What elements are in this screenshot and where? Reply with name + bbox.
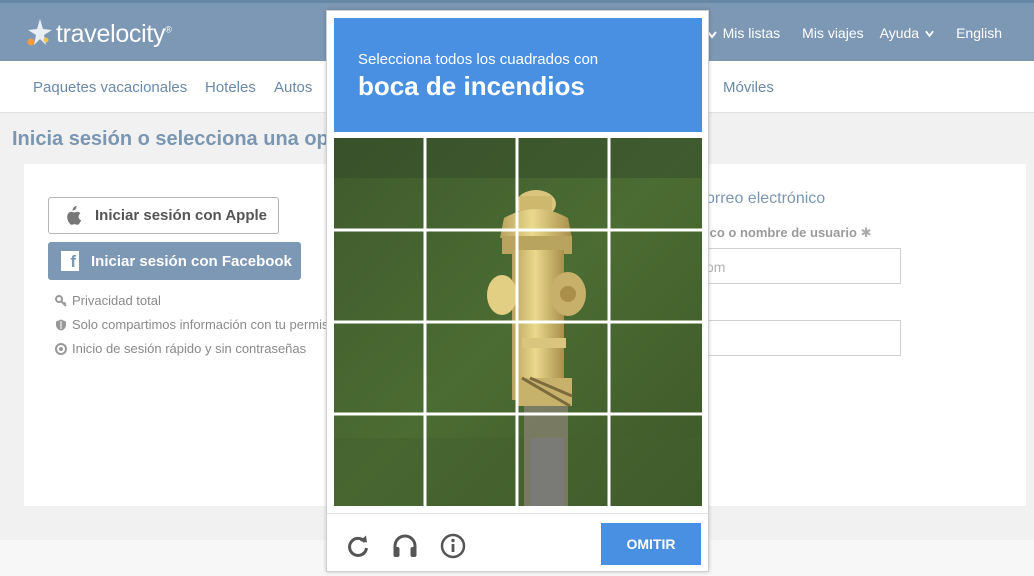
perk-label: Solo compartimos información con tu perm…: [72, 317, 327, 332]
nav-mis-viajes-label: Mis viajes: [802, 25, 864, 41]
captcha-tile[interactable]: [518, 138, 608, 228]
nav-mis-listas[interactable]: Mis listas: [723, 25, 781, 41]
facebook-glyph: f: [70, 252, 76, 271]
facebook-icon: f: [61, 251, 79, 271]
captcha-instruction: Selecciona todos los cuadrados con: [358, 51, 599, 68]
subnav-autos[interactable]: Autos: [274, 79, 312, 96]
username-label: ico o nombre de usuario ✱: [706, 225, 872, 241]
captcha-tile[interactable]: [426, 322, 516, 412]
perk-label: Inicio de sesión rápido y sin contraseña…: [72, 341, 307, 356]
captcha-tile[interactable]: [610, 138, 700, 228]
top-nav: Mis listas Mis viajes Ayuda English: [701, 25, 1002, 41]
captcha-tile[interactable]: [610, 322, 700, 412]
nav-mis-viajes[interactable]: Mis viajes: [802, 25, 863, 41]
captcha-tile[interactable]: [334, 322, 424, 412]
captcha-tile[interactable]: [518, 322, 608, 412]
facebook-signin-label: Iniciar sesión con Facebook: [91, 252, 292, 270]
captcha-tile[interactable]: [518, 414, 608, 504]
apple-icon: [67, 205, 81, 225]
captcha-dialog: Selecciona todos los cuadrados con boca …: [326, 10, 709, 572]
brand-name: travelocity: [56, 19, 166, 48]
perk-item: Privacidad total: [55, 293, 161, 308]
subnav-moviles[interactable]: Móviles: [723, 79, 774, 96]
captcha-tile[interactable]: [426, 230, 516, 320]
fast-login-icon: [55, 342, 67, 355]
shield-icon: [56, 319, 66, 330]
skip-button[interactable]: OMITIR: [601, 523, 701, 565]
captcha-tile[interactable]: [334, 414, 424, 504]
reload-icon[interactable]: [345, 533, 371, 559]
page-title: Inicia sesión o selecciona una op: [12, 128, 329, 150]
username-label-text: ico o nombre de usuario: [706, 225, 857, 240]
subnav-paquetes[interactable]: Paquetes vacacionales: [33, 79, 187, 96]
nav-ayuda[interactable]: Ayuda: [880, 25, 934, 41]
facebook-signin-button[interactable]: f Iniciar sesión con Facebook: [48, 242, 301, 280]
perk-item: Solo compartimos información con tu perm…: [55, 317, 327, 332]
logo-star-icon: [27, 19, 52, 46]
captcha-tile[interactable]: [334, 230, 424, 320]
info-icon[interactable]: [440, 533, 466, 559]
email-section-title: orreo electrónico: [706, 190, 826, 207]
captcha-tile[interactable]: [518, 230, 608, 320]
perk-label: Privacidad total: [72, 293, 161, 308]
nav-mis-listas-label: Mis listas: [722, 25, 781, 41]
password-input[interactable]: [700, 320, 901, 356]
nav-language-label: English: [956, 25, 1002, 41]
perk-item: Inicio de sesión rápido y sin contraseña…: [55, 341, 306, 356]
key-icon: [55, 294, 67, 307]
nav-language[interactable]: English: [956, 25, 1002, 41]
travelocity-logo[interactable]: travelocity®: [24, 17, 172, 51]
chevron-down-icon: [925, 30, 934, 37]
captcha-target: boca de incendios: [358, 71, 585, 101]
captcha-tile[interactable]: [426, 414, 516, 504]
captcha-header: Selecciona todos los cuadrados con boca …: [334, 18, 702, 132]
perk-clip: Solo compartimos información con tu perm…: [55, 310, 327, 340]
captcha-tile[interactable]: [426, 138, 516, 228]
apple-signin-button[interactable]: Iniciar sesión con Apple: [48, 197, 279, 234]
headphones-icon[interactable]: [392, 533, 418, 559]
apple-signin-label: Iniciar sesión con Apple: [95, 207, 267, 224]
captcha-image-grid: [334, 138, 702, 506]
captcha-footer: OMITIR: [327, 513, 708, 571]
nav-ayuda-label: Ayuda: [879, 25, 920, 41]
captcha-tile[interactable]: [610, 414, 700, 504]
required-mark: ✱: [860, 225, 872, 240]
trademark-mark: ®: [165, 24, 172, 35]
username-input[interactable]: om: [700, 248, 901, 284]
subnav-hoteles[interactable]: Hoteles: [205, 79, 256, 96]
captcha-tile[interactable]: [334, 138, 424, 228]
captcha-tile[interactable]: [610, 230, 700, 320]
